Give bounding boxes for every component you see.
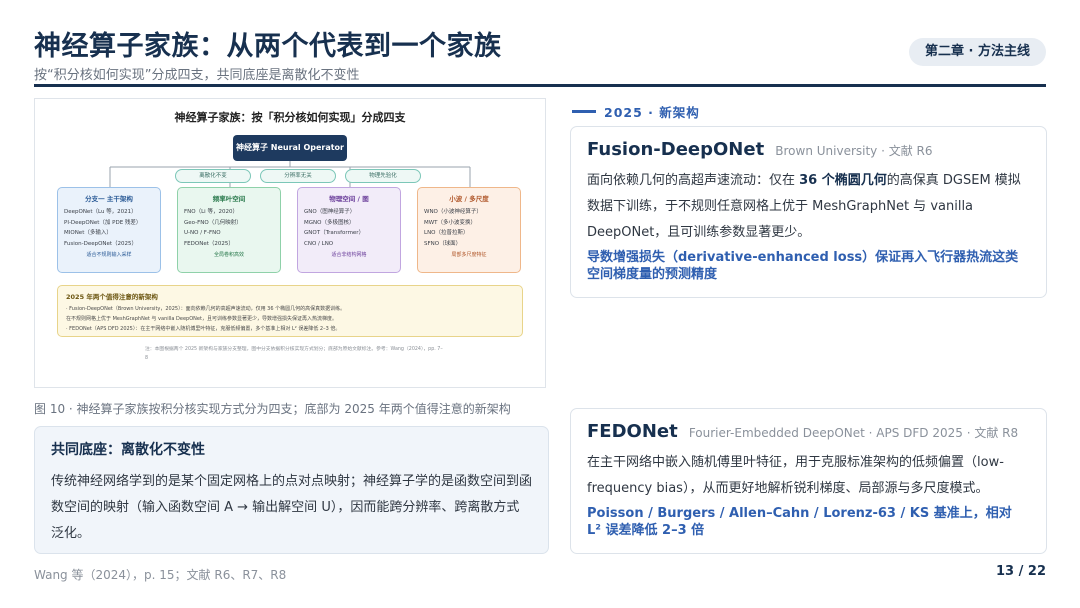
- branch-title: 物理空间 / 图: [329, 195, 369, 203]
- card-source: Brown University · 文献 R6: [775, 144, 933, 158]
- branch-item: CNO / LNO: [304, 240, 334, 247]
- figure-title: 神经算子家族：按「积分核如何实现」分成四支: [174, 111, 406, 124]
- branch-item: MWT（多小波变换）: [424, 219, 477, 226]
- card-name: FEDONet: [587, 421, 678, 442]
- figure-chip: 分辨率无关: [260, 169, 336, 183]
- figure-branch: 物理空间 / 图 GNO（图神经算子） MGNO（多极图核） GNOT（Tran…: [297, 187, 401, 273]
- page-subtitle: 按“积分核如何实现”分成四支，共同底座是离散化不变性: [34, 68, 360, 83]
- branch-item: PI-DeepONet（加 PDE 残差）: [64, 219, 142, 226]
- card-body: 在主干网络中嵌入随机傅里叶特征，用于克服标准架构的低频偏置（low-freque…: [587, 455, 1004, 496]
- branch-item: FEDONet（2025）: [184, 240, 234, 247]
- notes-line: · Fusion-DeepONet（Brown University，2025）…: [66, 306, 346, 312]
- branch-item: LNO（拉普拉斯）: [424, 230, 469, 236]
- branch-item: MGNO（多极图核）: [304, 219, 355, 226]
- branch-item: MIONet（多输入）: [64, 230, 112, 236]
- branch-item: GNO（图神经算子）: [304, 209, 356, 215]
- branch-item: FNO（Li 等，2020）: [184, 209, 238, 215]
- branch-title: 小波 / 多尺度: [449, 195, 489, 203]
- fedonet-card: FEDONet Fourier-Embedded DeepONet · APS …: [570, 408, 1047, 554]
- figure-chip: 离散化不变: [175, 169, 251, 183]
- branch-footer: 全局卷积高效: [213, 252, 244, 258]
- branch-title: 分支一 主干架构: [85, 195, 133, 203]
- figure-branch: 小波 / 多尺度 WNO（小波神经算子） MWT（多小波变换） LNO（拉普拉斯…: [417, 187, 521, 273]
- operator-family-figure: 神经算子家族：按「积分核如何实现」分成四支 神经算子 Neural Operat…: [34, 98, 546, 388]
- footer-citation: Wang 等（2024），p. 15；文献 R6、R7、R8: [34, 568, 287, 582]
- fusion-deeponet-card: Fusion-DeepONet Brown University · 文献 R6…: [570, 126, 1047, 298]
- branch-item: SFNO（球面）: [424, 240, 462, 247]
- figure-branch: 分支一 主干架构 DeepONet（Lu 等，2021） PI-DeepONet…: [57, 187, 161, 273]
- figure-root-node: 神经算子 Neural Operator: [233, 135, 347, 161]
- figure-chip: 物理先验化: [345, 169, 421, 183]
- label-dash: [572, 110, 596, 113]
- branch-footer: 适合非结构网格: [331, 252, 367, 258]
- figure-footnote: 注：本图根据两个 2025 新架构与家族分支整理，图中分支依据积分核实现方式划分…: [145, 347, 443, 361]
- branch-title: 频率叶空间: [212, 195, 246, 203]
- card-highlight: 导数增强损失（derivative-enhanced loss）保证再入飞行器热…: [587, 250, 1019, 282]
- new-architecture-label-text: 2025 · 新架构: [604, 105, 700, 120]
- card-name: Fusion-DeepONet: [587, 139, 765, 160]
- page-number: 13 / 22: [996, 564, 1046, 579]
- common-basis-card: 共同底座：离散化不变性 传统神经网络学到的是某个固定网格上的点对点映射；神经算子…: [34, 426, 549, 554]
- notes-title: 2025 年两个值得注意的新架构: [66, 293, 158, 301]
- figure-branch: 频率叶空间 FNO（Li 等，2020） Geo-FNO（几何映射） U-NO …: [177, 187, 281, 273]
- figure-caption: 图 10 · 神经算子家族按积分核实现方式分为四支；底部为 2025 年两个值得…: [34, 402, 511, 416]
- card-highlight: Poisson / Burgers / Allen–Cahn / Lorenz-…: [587, 506, 1012, 538]
- branch-item: GNOT（Transformer）: [304, 230, 365, 236]
- notes-line: 在不规则网格上优于 MeshGraphNet 与 vanilla DeepONe…: [66, 316, 337, 322]
- basis-body: 传统神经网络学到的是某个固定网格上的点对点映射；神经算子学的是函数空间到函数空间…: [51, 474, 533, 541]
- card-body-text: 面向依赖几何的高超声速流动：仅在: [587, 173, 800, 188]
- branch-item: Geo-FNO（几何映射）: [184, 219, 242, 226]
- branch-item: U-NO / F-FNO: [184, 230, 221, 236]
- branch-item: WNO（小波神经算子）: [424, 209, 482, 215]
- card-body-emphasis: 36 个椭圆几何: [799, 173, 887, 188]
- card-source: Fourier-Embedded DeepONet · APS DFD 2025…: [688, 426, 1019, 440]
- chapter-badge: 第二章 · 方法主线: [909, 38, 1046, 66]
- figure-notes-box: 2025 年两个值得注意的新架构 · Fusion-DeepONet（Brown…: [57, 285, 523, 337]
- new-architecture-label: 2025 · 新架构: [572, 102, 700, 121]
- branch-item: Fusion-DeepONet（2025）: [64, 240, 138, 247]
- basis-title: 共同底座：离散化不变性: [51, 442, 205, 458]
- branch-footer: 适合不规则输入采样: [86, 252, 132, 258]
- header-divider: [34, 84, 1046, 87]
- notes-line: · FEDONet（APS DFD 2025）：在主干网络中嵌入随机傅里叶特征，…: [66, 326, 341, 332]
- card-body: 面向依赖几何的高超声速流动：仅在 36 个椭圆几何的高保真 DGSEM 模拟数据…: [587, 168, 1030, 246]
- branch-footer: 局部多尺度特征: [451, 252, 487, 258]
- branch-item: DeepONet（Lu 等，2021）: [64, 209, 137, 215]
- page-title: 神经算子家族：从两个代表到一个家族: [34, 31, 502, 62]
